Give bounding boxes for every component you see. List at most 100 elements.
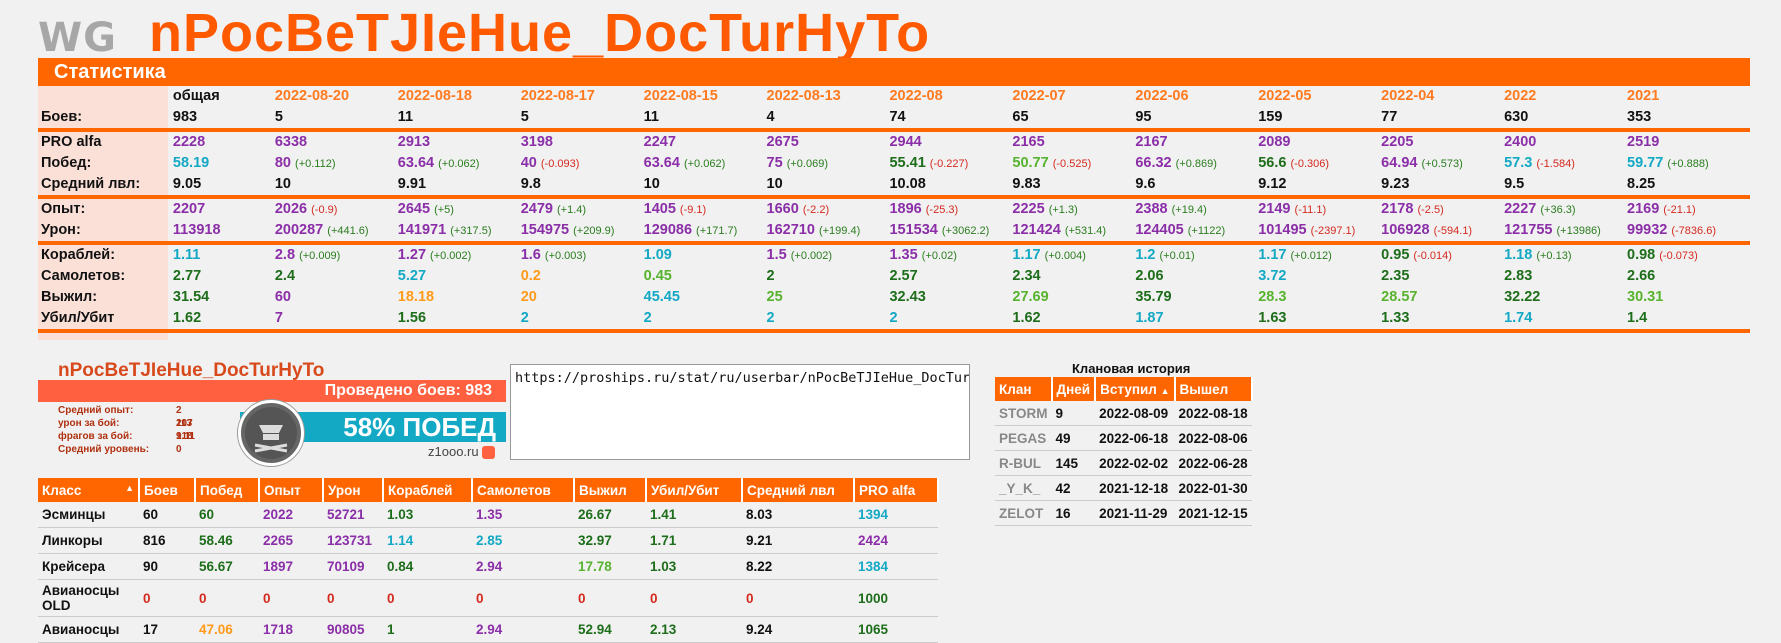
cell: 1.87 [1135,310,1164,326]
cell: 30.31 [1627,289,1664,305]
row-label: Выжил: [41,289,98,305]
period[interactable]: 2022-08-18 [398,86,521,107]
period[interactable]: 2022-06 [1135,86,1258,107]
cell: 113918 [172,222,221,238]
cell: 124405 (+1122) [1135,222,1226,238]
cell: 2169 (-21.1) [1627,201,1696,217]
col-joined[interactable]: Вступил ▲ [1095,377,1176,401]
cell: 57.3 (-1.584) [1504,155,1575,171]
row-label: Опыт: [41,201,86,217]
period[interactable]: 2022 [1504,86,1627,107]
cell: 10 [766,176,783,192]
cell: 50.77 (-0.525) [1012,155,1092,171]
cell: 11 [643,109,659,125]
cell: 2479 (+1.4) [520,201,587,217]
table-row: Линкоры 816 58.46 2265 123731 1.14 2.85 32.97 1.… [38,527,938,554]
cell: 32.22 [1504,289,1541,305]
cell: 75 (+0.069) [766,155,828,171]
cell: 1.6 (+0.003) [520,247,587,263]
col-left[interactable]: Вышел [1174,377,1253,401]
stats-row-kd: Убил/Убит 1.62 7 1.56 2 2 2 2 1.62 1.87 … [38,308,1750,329]
pirate-ship-emblem-icon [238,400,304,466]
cell: 9.6 [1135,176,1156,192]
cell: 2645 (+5) [397,201,454,217]
col-survived[interactable]: Выжил [574,478,647,502]
stats-row-battles: Боев: 983 5 11 5 11 4 74 65 95 159 77 63… [38,107,1750,128]
cell: 1.17 (+0.012) [1258,247,1332,263]
cell: 74 [889,109,906,125]
col-ships[interactable]: Кораблей [383,478,473,502]
cell: 2227 (+36.3) [1504,201,1576,217]
row-label: Побед: [41,155,92,171]
cell: 0.98 (-0.073) [1627,247,1698,263]
period[interactable]: 2021 [1627,86,1750,107]
cell: 60 [274,289,291,305]
cell: 40 (-0.093) [520,155,580,171]
cell: 1.17 (+0.004) [1012,247,1086,263]
period[interactable]: 2022-08 [889,86,1012,107]
site-logo-icon [482,446,496,460]
cell: 2 [766,268,775,284]
cell: 1.74 [1504,310,1533,326]
col-wins[interactable]: Побед [195,478,260,502]
cell: 32.43 [889,289,926,305]
cell: 630 [1504,109,1529,125]
col-class[interactable]: Класс ▲ [38,478,140,502]
cell: 353 [1627,109,1652,125]
cell: 1.27 (+0.002) [397,247,472,263]
cell: 162710 (+199.4) [766,222,861,238]
cell: 1.18 (+0.13) [1504,247,1572,263]
col-days[interactable]: Дней [1051,377,1097,401]
wg-logo: WG [38,15,117,61]
userbar-banner[interactable]: Проведено боев: 983 Средний опыт: 2 207 у… [38,380,506,466]
cell: 45.45 [643,289,680,305]
period[interactable]: 2022-08-17 [521,86,644,107]
period[interactable]: 2022-04 [1381,86,1504,107]
col-planes[interactable]: Самолетов [472,478,575,502]
period[interactable]: 2022-05 [1258,86,1381,107]
period[interactable]: 2022-08-20 [275,86,398,107]
table-row: Авианосцы OLD 0 0 0 0 0 0 0 0 0 1000 [38,579,938,617]
cell: 1.33 [1381,310,1410,326]
cell: 1.09 [643,247,672,263]
cell: 31.54 [172,289,210,305]
period[interactable]: 2022-08-13 [767,86,890,107]
cell: 11 [397,109,414,125]
cell: 9.23 [1381,176,1410,192]
col-kd[interactable]: Убил/Убит [646,478,743,502]
stats-row-level: Средний лвл: 9.05 10 9.91 9.8 10 10 10.0… [38,174,1750,195]
banner-player-name: nPocBeTJIeHue_DocTurHyTo [58,360,325,381]
col-damage[interactable]: Урон [323,478,384,502]
section-title: Статистика [54,61,166,83]
table-row: STORM 9 2022-08-09 2022-08-18 [995,401,1252,426]
stats-row-damage: Урон: 113918 200287 (+441.6) 141971 (+31… [38,220,1750,241]
stats-table: общая 2022-08-20 2022-08-18 2022-08-17 2… [38,86,1750,340]
row-label: PRO alfa [41,134,102,150]
cell: 0.2 [520,268,541,284]
userbar-url-textarea[interactable]: https://proships.ru/stat/ru/userbar/nPoc… [510,364,970,460]
cell: 1.5 (+0.002) [766,247,833,263]
col-exp[interactable]: Опыт [259,478,324,502]
row-label: Средний лвл: [41,176,141,192]
cell: 2944 [889,134,922,150]
cell: 2913 [397,134,431,150]
cell: 2519 [1627,134,1660,150]
row-label: Урон: [41,222,81,238]
cell: 1.56 [397,310,427,326]
cell: 63.64 (+0.062) [397,155,480,171]
cell: 151534 (+3062.2) [889,222,990,238]
cell: 28.57 [1381,289,1418,305]
period-all[interactable]: общая [173,86,275,107]
col-level[interactable]: Средний лвл [742,478,855,502]
col-battles[interactable]: Боев [139,478,196,502]
cell: 2.66 [1627,268,1656,284]
stats-row-planes: Самолетов: 2.77 2.4 5.27 0.2 0.45 2 2.57… [38,266,1750,287]
cell: 3.72 [1258,268,1287,284]
cell: 95 [1135,109,1152,125]
period[interactable]: 2022-08-15 [644,86,767,107]
col-clan[interactable]: Клан [995,377,1053,401]
cell: 141971 (+317.5) [397,222,492,238]
col-pro[interactable]: PRO alfa [854,478,939,502]
cell: 77 [1381,109,1398,125]
period[interactable]: 2022-07 [1012,86,1135,107]
